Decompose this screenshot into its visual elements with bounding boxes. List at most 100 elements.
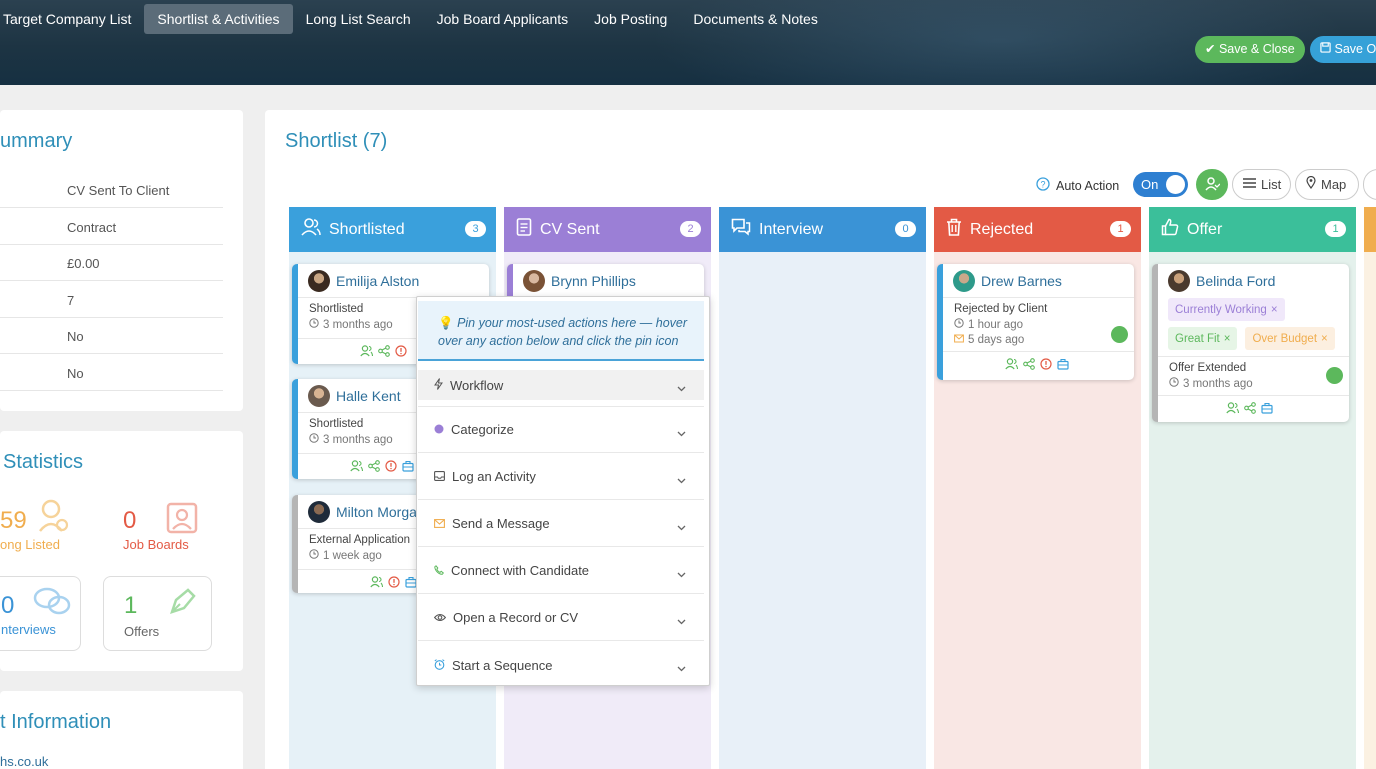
user-icon[interactable] [1005,357,1019,375]
envelope-icon [954,334,964,346]
menu-item-open-record[interactable]: Open a Record or CV [418,595,704,641]
alert-icon[interactable] [395,344,407,362]
nav-job-board-applicants[interactable]: Job Board Applicants [424,4,582,34]
user-icon[interactable] [360,344,374,362]
candidate-name[interactable]: Halle Kent [336,388,401,404]
offers-box: 1 Offers [103,576,212,651]
shortlist-title: Shortlist (7) [285,130,388,152]
user-icon[interactable] [350,459,364,477]
more-options-button[interactable] [1363,169,1376,200]
pen-nib-icon [166,584,200,623]
share-icon[interactable] [368,459,380,477]
briefcase-icon[interactable] [1261,401,1273,419]
alert-icon[interactable] [1040,357,1052,375]
candidate-name[interactable]: Belinda Ford [1196,273,1275,289]
avatar [523,269,545,292]
menu-item-send-message[interactable]: Send a Message [418,501,704,547]
column-header: Shortlisted 3 [289,207,496,252]
interviews-box: 0 nterviews [0,576,81,651]
message-time: 5 days ago [968,334,1025,346]
menu-item-log-activity[interactable]: Log an Activity [418,454,704,500]
auto-action-toggle[interactable]: On [1133,172,1188,197]
chevron-down-icon [677,660,686,675]
candidate-name[interactable]: Emilija Alston [336,273,419,289]
avatar [1168,270,1190,292]
tag-currently-working[interactable]: Currently Working × [1168,298,1285,321]
candidate-time: 3 months ago [323,318,393,331]
avatar [308,500,330,523]
bolt-icon [434,377,443,393]
menu-item-categorize[interactable]: Categorize [418,407,704,453]
id-card-icon [166,502,198,539]
avatar [308,269,330,292]
candidate-name[interactable]: Brynn Phillips [551,273,636,289]
save-close-button[interactable]: ✔ Save & Close [1195,36,1305,63]
candidate-time: 3 months ago [1183,377,1253,390]
map-view-button[interactable]: Map [1295,169,1359,200]
candidate-card-drew[interactable]: Drew Barnes Rejected by Client 1 hour ag… [937,264,1134,380]
auto-action-label: Auto Action [1056,178,1120,193]
nav-documents-notes[interactable]: Documents & Notes [680,4,831,34]
menu-item-start-sequence[interactable]: Start a Sequence [418,642,704,688]
summary-row: 7 [0,281,223,318]
column-header: CV Sent 2 [504,207,711,252]
chevron-down-icon [677,613,686,628]
menu-item-connect-candidate[interactable]: Connect with Candidate [418,548,704,594]
candidate-name[interactable]: Drew Barnes [981,273,1062,289]
column-count: 3 [465,221,486,237]
close-icon[interactable]: × [1224,333,1231,345]
phone-icon [434,563,444,578]
candidate-name[interactable]: Milton Morga [336,504,417,520]
tag-over-budget[interactable]: Over Budget × [1245,327,1335,350]
candidate-time: 1 week ago [323,549,382,562]
chevron-down-icon [677,425,686,440]
candidate-status: Rejected by Client [954,303,1048,315]
share-icon[interactable] [1023,357,1035,375]
website-link[interactable]: hs.co.uk [0,754,48,769]
long-listed-label: ong Listed [0,537,60,552]
close-icon[interactable]: × [1271,304,1278,316]
alert-icon[interactable] [388,575,400,593]
column-body [1364,252,1376,769]
summary-row: £0.00 [0,244,223,281]
action-menu-popup: 💡 Pin your most-used actions here — hove… [416,296,710,686]
thumbs-up-icon [1161,218,1179,241]
avatar [953,269,975,292]
nav-target-company-list[interactable]: Target Company List [0,4,144,34]
help-circle-icon[interactable]: ? [1036,177,1050,194]
summary-title: ummary [0,130,73,152]
list-view-button[interactable]: List [1232,169,1291,200]
menu-item-workflow[interactable]: Workflow [418,370,704,400]
user-icon[interactable] [370,575,384,593]
clock-icon [309,433,319,446]
candidate-time: 3 months ago [323,433,393,446]
main-nav: Target Company List Shortlist & Activiti… [0,4,831,34]
summary-panel: ummary CV Sent To Client Contract £0.00 … [0,110,243,411]
close-icon[interactable]: × [1321,333,1328,345]
briefcase-icon[interactable] [402,459,414,477]
job-boards-count: 0 [123,507,137,534]
column-count: 0 [895,221,916,237]
nav-job-posting[interactable]: Job Posting [581,4,680,34]
briefcase-icon[interactable] [1057,357,1069,375]
clock-icon [1169,377,1179,390]
candidate-status: Offer Extended [1169,362,1247,374]
auto-action: ? Auto Action [1036,177,1119,194]
share-icon[interactable] [1244,401,1256,419]
share-icon[interactable] [378,344,390,362]
alert-icon[interactable] [385,459,397,477]
nav-shortlist-activities[interactable]: Shortlist & Activities [144,4,293,34]
candidate-card-belinda[interactable]: Belinda Ford Currently Working × Great F… [1152,264,1349,422]
summary-row: No [0,354,223,391]
nav-long-list-search[interactable]: Long List Search [293,4,424,34]
user-icon[interactable] [1226,401,1240,419]
category-dot-icon [434,422,444,437]
offers-count: 1 [124,592,138,619]
add-candidate-button[interactable] [1196,169,1228,200]
tag-great-fit[interactable]: Great Fit × [1168,327,1238,350]
lightbulb-icon: 💡 [438,316,454,330]
save-only-button[interactable]: Save Or [1310,36,1376,63]
comments-icon [731,218,751,241]
chevron-down-icon [677,566,686,581]
column-interview: Interview 0 [719,207,926,769]
